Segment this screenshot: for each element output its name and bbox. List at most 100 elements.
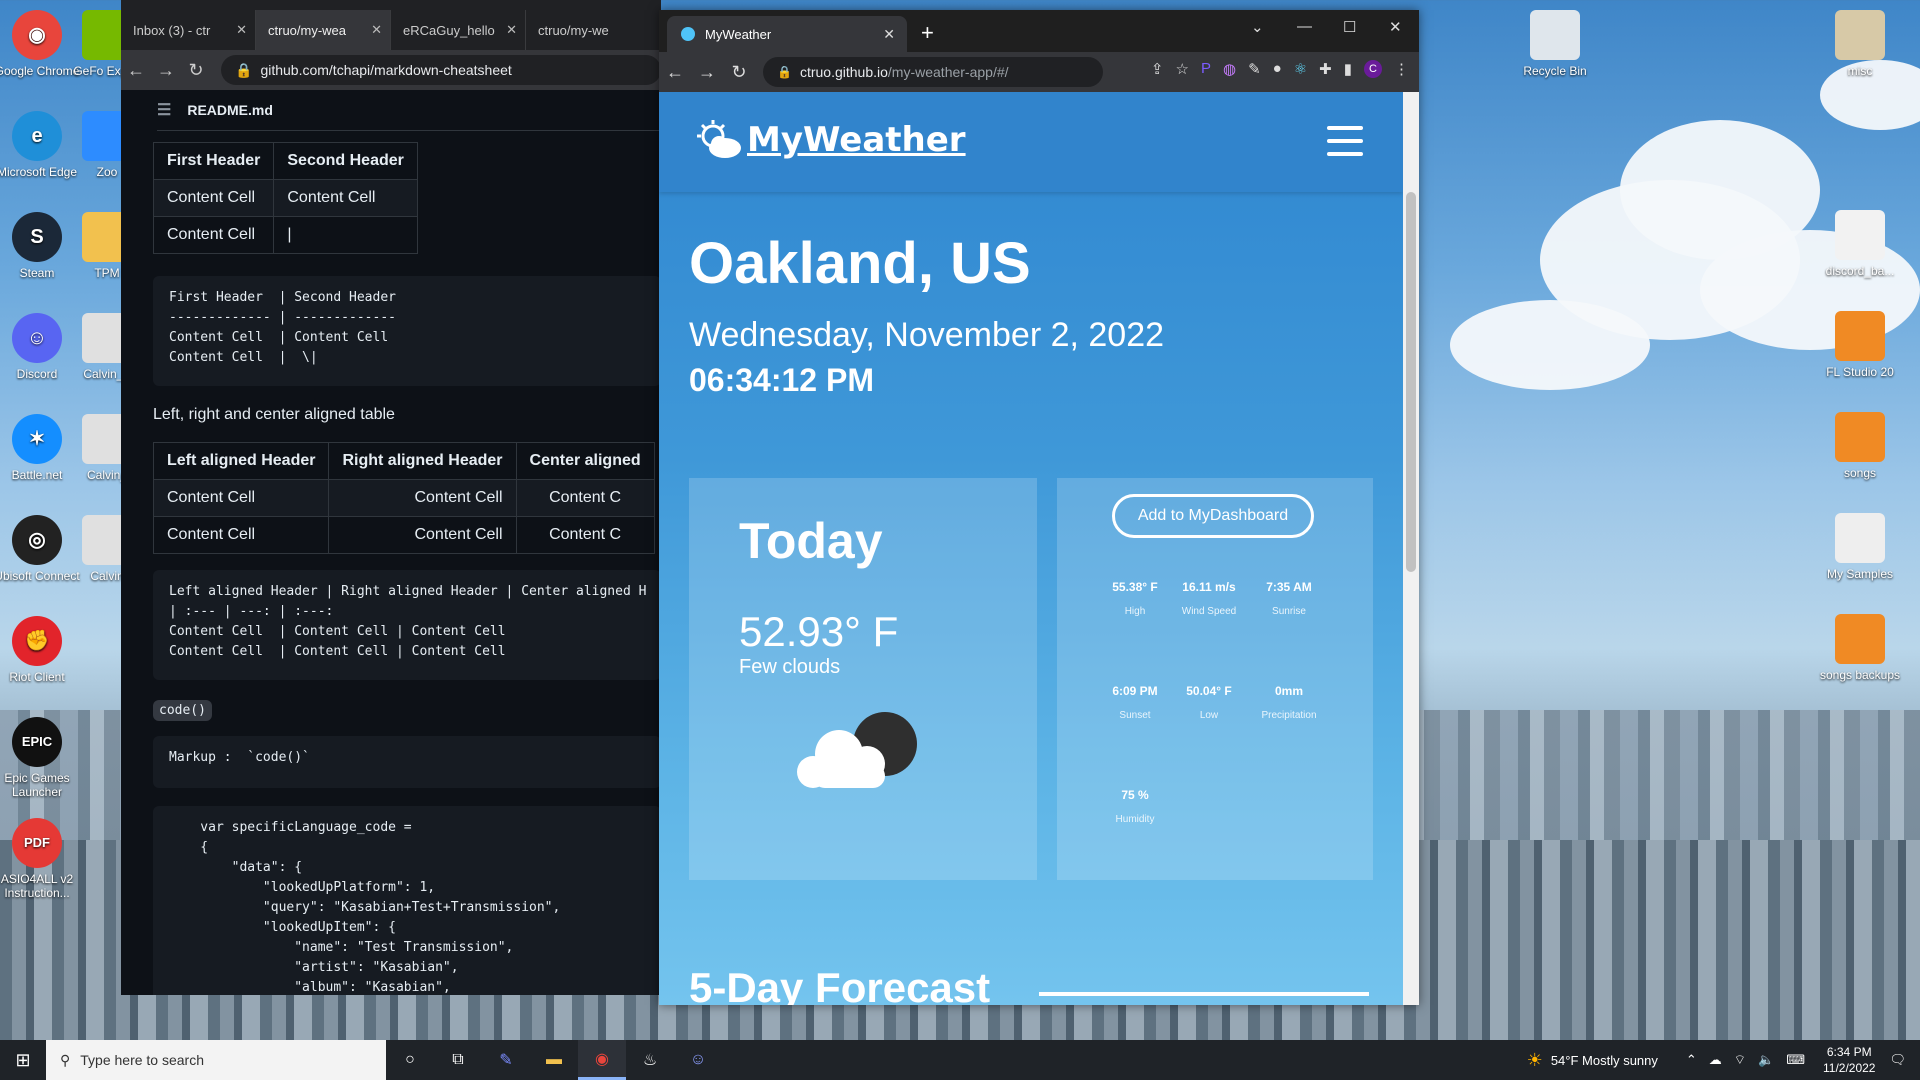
table-cell: | [273,216,418,254]
desktop-shortcut[interactable]: FL Studio 20 [1815,311,1905,379]
tab-inbox[interactable]: Inbox (3) - ctr ✕ [121,10,256,50]
current-date: Wednesday, November 2, 2022 [689,316,1165,354]
chrome-taskbar-icon[interactable]: ◉ [578,1040,626,1080]
system-tray: ☀ 54°F Mostly sunny ⌃ ☁ ⌔ 🔈 ⌨ 6:34 PM 11… [1527,1040,1920,1080]
tab-my-weather-repo[interactable]: ctruo/my-wea ✕ [256,10,391,50]
stat-wind-speed: 16.11 m/s Wind Speed [1181,580,1237,617]
lock-icon: 🔒 [235,61,253,78]
onedrive-icon[interactable]: ☁ [1709,1052,1722,1068]
discord-taskbar-icon[interactable]: ☺ [674,1040,722,1080]
extension-icon[interactable]: P [1201,60,1211,78]
desktop-shortcut[interactable]: EPIC Epic Games Launcher [0,717,82,799]
search-icon: ⚲ [60,1051,71,1068]
forward-icon[interactable]: → [691,62,723,83]
desktop-shortcut[interactable]: ✊ Riot Client [0,616,82,684]
city-title: Oakland, US [689,231,1031,296]
code-block-2: Left aligned Header | Right aligned Head… [153,570,661,680]
tab-myweather[interactable]: MyWeather ✕ [667,16,907,52]
taskbar-clock[interactable]: 6:34 PM 11/2/2022 [1823,1044,1876,1076]
app-icon: ✊ [12,616,62,666]
menu-dots-icon[interactable]: ⋮ [1394,60,1409,78]
details-card: Add to MyDashboard 55.38° F High 16.11 m/… [1057,478,1373,880]
desktop-shortcut[interactable]: PDF ASIO4ALL v2 Instruction... [0,818,82,900]
close-icon[interactable]: ✕ [371,22,382,38]
sidebar-icon[interactable]: ▮ [1344,60,1352,78]
close-window-icon[interactable]: ✕ [1389,18,1402,36]
chevron-up-icon[interactable]: ⌃ [1686,1052,1697,1068]
close-icon[interactable]: ✕ [236,22,247,38]
stat-low: 50.04° F Low [1186,684,1232,721]
share-icon[interactable]: ⇪ [1151,60,1164,78]
inline-code: code() [153,700,212,721]
steam-taskbar-icon[interactable]: ♨ [626,1040,674,1080]
desktop-shortcut[interactable]: songs backups [1815,614,1905,682]
code-block-1: First Header | Second Header -----------… [153,276,661,386]
puzzle-icon[interactable]: ✚ [1319,60,1332,78]
desktop-shortcut[interactable]: discord_ba... [1815,210,1905,278]
tab-search-chevron-icon[interactable]: ⌄ [1251,18,1264,36]
url-field[interactable]: 🔒 ctruo.github.io/my-weather-app/#/ [763,57,1103,87]
table-header: First Header [152,142,275,180]
profile-avatar[interactable]: C [1364,60,1382,78]
scrollbar-thumb[interactable] [1406,192,1416,572]
forward-icon[interactable]: → [151,60,181,81]
app-icon [1835,311,1885,361]
readme-header: ☰ README.md [157,90,661,131]
file-explorer-icon[interactable]: ▬ [530,1040,578,1080]
reload-icon[interactable]: ↻ [181,60,211,81]
app-icon [1835,614,1885,664]
myweather-logo[interactable]: MyWeather [697,120,966,160]
desktop-shortcut-label: songs [1843,466,1877,480]
back-icon[interactable]: ← [659,62,691,83]
desktop-shortcut[interactable]: songs [1815,412,1905,480]
add-to-dashboard-button[interactable]: Add to MyDashboard [1112,494,1314,538]
hamburger-menu-icon[interactable] [1327,126,1363,165]
notifications-icon[interactable]: 🗨 [1889,1052,1906,1068]
tab-ercaguy[interactable]: eRCaGuy_hello ✕ [391,10,526,50]
scrollbar[interactable] [1403,92,1419,1005]
weather-page: MyWeather Oakland, US Wednesday, Novembe… [659,92,1403,1005]
desktop-shortcut[interactable]: Recycle Bin [1510,10,1600,78]
close-icon[interactable]: ✕ [506,22,517,38]
star-icon[interactable]: ☆ [1176,60,1189,78]
task-view-icon[interactable]: ⧉ [434,1040,482,1080]
desktop-shortcut[interactable]: misc [1815,10,1905,78]
minimize-icon[interactable]: — [1297,18,1312,35]
weather-navbar: MyWeather [659,92,1403,192]
stat-sunset: 6:09 PM Sunset [1112,684,1158,721]
desktop-shortcut[interactable]: My Samples [1815,513,1905,581]
stat-precipitation: 0mm Precipitation [1261,684,1317,721]
forecast-divider [1039,992,1369,996]
windows-start-icon[interactable]: ⊞ [0,1050,46,1071]
maximize-icon[interactable]: ☐ [1343,18,1356,36]
table-cell: Content C [515,516,655,554]
globe-icon[interactable]: ◍ [1223,60,1236,78]
list-icon[interactable]: ☰ [157,100,171,120]
vscode-like-app-icon[interactable]: ✎ [482,1040,530,1080]
url-field[interactable]: 🔒 github.com/tchapi/markdown-cheatsheet [221,55,661,85]
network-icon[interactable]: ⌔ [1734,1052,1746,1068]
github-browser-window: Inbox (3) - ctr ✕ ctruo/my-wea ✕ eRCaGuy_h… [121,0,661,995]
close-tab-icon[interactable]: ✕ [883,26,895,43]
reload-icon[interactable]: ↻ [723,62,755,83]
weather-sun-icon[interactable]: ☀ [1527,1050,1543,1071]
tab-my-weather-repo-2[interactable]: ctruo/my-we [526,10,661,50]
table-cell: Content Cell [328,516,517,554]
keyboard-icon[interactable]: ⌨ [1786,1052,1805,1068]
windows-taskbar: ⊞ ⚲ Type here to search ○ ⧉ ✎ ▬ ◉ ♨ ☺ ☀ … [0,1040,1920,1080]
table-header: Second Header [273,142,418,180]
bulb-icon[interactable]: ● [1273,60,1282,78]
code-block-3: Markup : `code()` [153,736,661,788]
new-tab-icon[interactable]: + [921,20,934,46]
table-row: Content Cell Content Cell Content C [152,516,655,554]
volume-icon[interactable]: 🔈 [1758,1052,1774,1068]
taskbar-weather[interactable]: 54°F Mostly sunny [1551,1053,1658,1068]
cortana-icon[interactable]: ○ [386,1040,434,1080]
pen-icon[interactable]: ✎ [1248,60,1261,78]
react-icon[interactable]: ⚛ [1294,60,1307,78]
back-icon[interactable]: ← [121,60,151,81]
markdown-table-2: Left aligned Header Right aligned Header… [152,442,655,554]
desktop-shortcut-label: ASIO4ALL v2 Instruction... [0,872,74,900]
taskbar-search-input[interactable]: ⚲ Type here to search [46,1040,386,1080]
app-icon: PDF [12,818,62,868]
